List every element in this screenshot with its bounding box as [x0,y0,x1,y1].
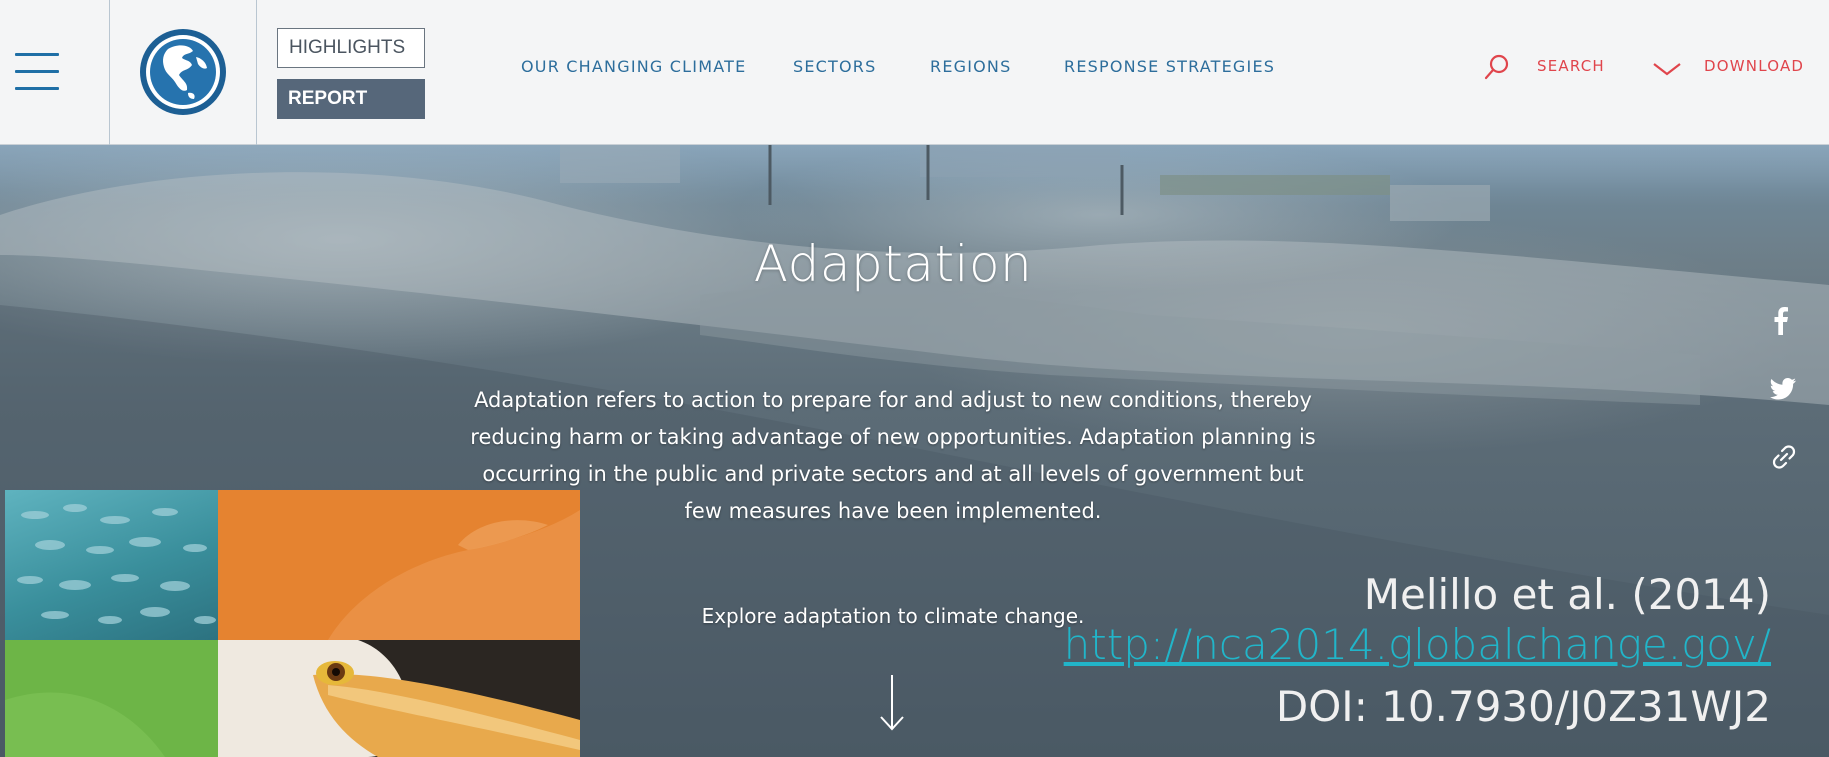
chevron-down-icon[interactable] [1652,60,1682,78]
menu-line [15,87,59,90]
nav-our-changing-climate[interactable]: OUR CHANGING CLIMATE [521,57,746,76]
citation-author: Melillo et al. (2014) [1363,570,1771,619]
link-icon[interactable] [1770,443,1798,471]
logo[interactable] [110,0,257,145]
search-link[interactable]: SEARCH [1537,57,1605,75]
twitter-icon[interactable] [1770,378,1796,400]
nav-sectors[interactable]: SECTORS [793,57,876,76]
facebook-icon[interactable] [1770,307,1792,335]
hamburger-menu-icon[interactable] [0,0,110,145]
search-icon[interactable] [1482,52,1512,82]
arrow-down-icon[interactable] [877,673,907,733]
fish-school-image [5,490,218,640]
hero-description: Adaptation refers to action to prepare f… [470,388,1316,523]
bird-silhouette-graphic [328,510,580,640]
citation-url-link[interactable]: http://nca2014.globalchange.gov/ [1064,620,1771,669]
orange-tile [218,490,580,640]
menu-line [15,53,59,56]
menu-line [15,70,59,73]
globe-logo-icon [140,29,226,115]
pelican-graphic [218,640,580,757]
site-header: HIGHLIGHTS REPORT OUR CHANGING CLIMATE S… [0,0,1829,145]
fish-image-graphic [17,504,216,624]
green-tile [5,640,218,757]
citation-doi: DOI: 10.7930/J0Z31WJ2 [1275,682,1771,731]
page-title: Adaptation [753,235,1033,293]
green-pattern-graphic [5,692,165,757]
download-link[interactable]: DOWNLOAD [1704,57,1804,75]
highlights-button[interactable]: HIGHLIGHTS [277,28,425,68]
nav-response-strategies[interactable]: RESPONSE STRATEGIES [1064,57,1275,76]
nav-regions[interactable]: REGIONS [930,57,1011,76]
report-button[interactable]: REPORT [277,79,425,119]
pelican-image [218,640,580,757]
thumbnail-collage [5,490,580,757]
